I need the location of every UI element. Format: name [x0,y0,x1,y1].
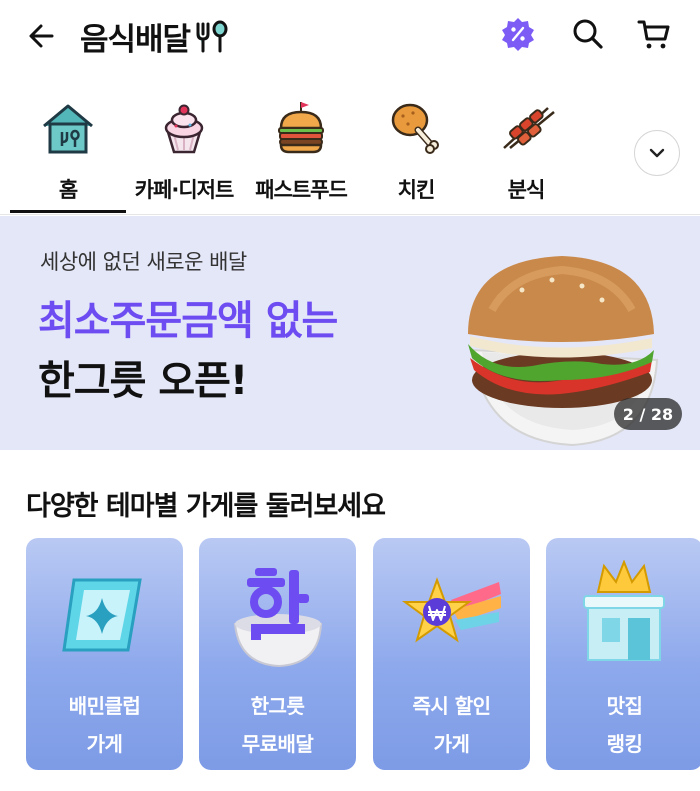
category-tab-label: 홈 [58,178,78,202]
banner-headline: 최소주문금액 없는 [38,298,338,344]
tabs-divider [0,214,700,215]
cart-icon [637,20,670,49]
theme-card-label-line2: 가게 [86,732,123,756]
category-expand-button[interactable] [634,130,680,176]
fork-spoon-icon [196,20,228,53]
discount-badge-icon [502,18,534,51]
theme-card-label-line1: 배민클럽 [68,694,141,718]
category-tab-label: 치킨 [397,178,436,202]
category-tabs: 홈 카페·디저트 패스트푸드 치킨 분식 [0,90,700,215]
category-tab-fastfood[interactable]: 패스트푸드 [241,90,361,210]
chicken-leg-icon [391,103,439,154]
theme-card-label-line1: 맛집 [606,694,643,718]
theme-card-hangeureut[interactable]: 한그릇 무료배달 [199,538,356,770]
category-tab-label: 카페·디저트 [134,178,235,202]
page-title-wrap: 음식배달 [80,12,230,60]
theme-card-label-line2: 가게 [433,732,470,756]
category-tab-chicken[interactable]: 치킨 [356,90,476,210]
category-tab-bunsik[interactable]: 분식 [466,90,586,210]
coupon-button[interactable] [498,14,538,54]
arrow-left-icon [29,24,54,48]
banner-page-indicator: 2 / 28 [614,398,682,430]
theme-cards: 배민클럽 가게 한그릇 무료배달 즉시 할인 가게 맛집 랭킹 [26,538,700,770]
banner-title: 한그릇 오픈! [38,358,248,404]
promo-banner[interactable]: 세상에 없던 새로운 배달 최소주문금액 없는 한그릇 오픈! 2 / 28 [0,216,700,450]
chevron-down-icon [649,148,665,158]
theme-card-label-line1: 즉시 할인 [412,694,491,718]
crown-store-icon [583,560,665,661]
app-header: 음식배달 [0,0,700,80]
theme-card-label-line2: 무료배달 [241,732,314,756]
theme-card-ranking[interactable]: 맛집 랭킹 [546,538,700,770]
category-tab-label: 패스트푸드 [255,178,348,202]
back-button[interactable] [22,14,66,58]
category-tab-label: 분식 [507,178,546,202]
burger-icon [278,102,324,154]
search-icon [573,19,603,49]
won-star-icon [401,577,501,643]
cake-icon [164,104,204,154]
page-title: 음식배달 [80,21,191,58]
category-tab-cafe-dessert[interactable]: 카페·디저트 [126,90,242,210]
club-badge-icon [62,578,142,652]
theme-section-title: 다양한 테마별 가게를 둘러보세요 [26,491,386,522]
search-button[interactable] [568,14,608,54]
tteok-skewer-icon [503,107,555,149]
bowl-han-icon [233,568,323,668]
home-icon [43,104,93,154]
theme-card-baemin-club[interactable]: 배민클럽 가게 [26,538,183,770]
category-tab-home[interactable]: 홈 [8,90,128,210]
theme-card-instant-discount[interactable]: 즉시 할인 가게 [373,538,530,770]
active-tab-indicator [10,210,126,213]
banner-subtitle: 세상에 없던 새로운 배달 [40,250,247,274]
cart-button[interactable] [634,14,674,54]
theme-card-label-line2: 랭킹 [606,732,643,756]
theme-card-label-line1: 한그릇 [250,694,305,718]
